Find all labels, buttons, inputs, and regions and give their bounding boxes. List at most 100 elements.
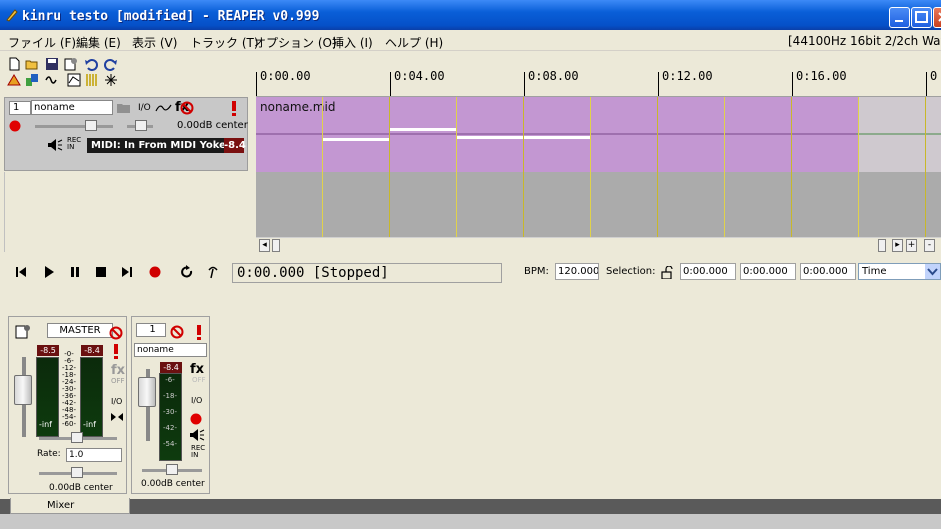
empty-track-area[interactable] (4, 172, 248, 252)
metronome-icon[interactable] (7, 73, 21, 87)
open-project-icon[interactable] (25, 57, 39, 71)
ruler-tick (524, 72, 525, 96)
scale-mark: -30- (163, 408, 177, 416)
channel-monitor-icon[interactable] (189, 428, 205, 442)
channel-mute-icon[interactable] (170, 325, 184, 339)
go-to-end-icon[interactable] (120, 265, 134, 279)
project-settings-icon[interactable] (64, 57, 78, 71)
selection-start-field[interactable]: 0:00.000 (680, 263, 736, 280)
snap-grid-icon[interactable] (85, 73, 99, 87)
rate-field[interactable]: 1.0 (66, 448, 122, 462)
record-arm-icon[interactable] (9, 120, 21, 132)
volume-slider[interactable] (35, 125, 113, 128)
master-io-button[interactable]: I/O (111, 397, 122, 406)
channel-name-field[interactable]: noname (134, 343, 207, 357)
monitor-speaker-icon[interactable] (47, 138, 63, 152)
scroll-left-button[interactable]: ◂ (259, 239, 270, 252)
envelope-icon[interactable] (67, 73, 81, 87)
pan-knob[interactable] (135, 120, 147, 131)
title-bar[interactable]: kinru testo [modified] - REAPER v0.999 (0, 0, 941, 30)
menu-options[interactable]: オプション (O) (254, 34, 337, 51)
master-fx-button[interactable]: fx (111, 363, 125, 378)
master-solo-icon[interactable] (113, 343, 119, 359)
channel-strip-1[interactable]: 1 noname -8.4 -6- -18- -30- -42- -54- fx… (131, 316, 210, 494)
maximize-icon (915, 11, 928, 23)
master-fader-knob[interactable] (14, 375, 32, 405)
selection-length-field[interactable]: 0:00.000 (800, 263, 856, 280)
channel-rec-in-label: REC IN (191, 444, 206, 459)
folder-icon[interactable] (117, 102, 130, 113)
menu-edit[interactable]: 編集 (E) (76, 34, 121, 51)
grid-line (590, 97, 591, 237)
menu-track[interactable]: トラック (T) (190, 34, 259, 51)
metronome-toggle-icon[interactable] (206, 265, 220, 279)
menu-help[interactable]: ヘルプ (H) (385, 34, 443, 51)
record-icon[interactable] (148, 265, 162, 279)
timeline-ruler[interactable]: 0:00.00 0:04.00 0:08.00 0:12.00 0:16.00 … (256, 55, 941, 97)
volume-knob[interactable] (85, 120, 97, 131)
channel-io-button[interactable]: I/O (191, 396, 202, 405)
minimize-button[interactable] (889, 7, 910, 28)
bpm-field[interactable]: 120.000 (555, 263, 599, 280)
scale-mark: -18- (163, 392, 177, 400)
midi-input-selector[interactable]: MIDI: In From MIDI Yoke (87, 138, 244, 153)
play-icon[interactable] (42, 265, 56, 279)
transport-bar: 0:00.000 [Stopped] BPM: 120.000 Selectio… (0, 257, 941, 289)
menu-insert[interactable]: 挿入 (I) (332, 34, 373, 51)
menu-view[interactable]: 表示 (V) (132, 34, 177, 51)
channel-pan-knob[interactable] (166, 464, 178, 475)
docker-tab-bar: Mixer (0, 498, 941, 514)
track-panel[interactable]: 1 noname I/O fx 0.00dB center REC IN MID… (4, 97, 248, 171)
mixer-tab[interactable]: Mixer (10, 498, 130, 514)
master-mute-icon[interactable] (109, 326, 123, 340)
track-peak-meter: -8.4 (224, 138, 246, 153)
close-button[interactable] (933, 7, 941, 28)
maximize-button[interactable] (911, 7, 932, 28)
pause-icon[interactable] (68, 265, 82, 279)
rate-knob[interactable] (71, 467, 83, 478)
channel-fader-knob[interactable] (138, 377, 156, 407)
zoom-in-button[interactable]: + (906, 239, 917, 252)
go-to-start-icon[interactable] (14, 265, 28, 279)
master-strip[interactable]: MASTER -8.5 -8.4 -0- -6- -12- -18- -24- … (8, 316, 127, 494)
redo-icon[interactable] (104, 57, 118, 71)
zoom-out-button[interactable]: - (924, 239, 935, 252)
midi-notes (256, 128, 941, 141)
transport-time-status: 0:00.000 [Stopped] (232, 263, 502, 283)
undo-icon[interactable] (84, 57, 98, 71)
menu-file[interactable]: ファイル (F) (8, 34, 76, 51)
selection-lock-icon[interactable] (661, 266, 673, 279)
channel-solo-icon[interactable] (196, 324, 202, 340)
ripple-editing-icon[interactable] (25, 73, 39, 87)
ruler-tick (792, 72, 793, 96)
dropdown-arrow[interactable] (925, 264, 940, 279)
grid-line (322, 97, 323, 237)
save-project-icon[interactable] (45, 57, 59, 71)
track-io-button[interactable]: I/O (138, 103, 151, 113)
selection-label: Selection: (606, 266, 656, 277)
time-mode-select[interactable]: Time (858, 263, 941, 280)
selection-end-field[interactable]: 0:00.000 (740, 263, 796, 280)
scroll-right-button[interactable]: ▸ (892, 239, 903, 252)
repeat-icon[interactable] (180, 265, 194, 279)
channel-record-arm-icon[interactable] (190, 413, 202, 425)
master-mono-icon[interactable] (110, 412, 124, 422)
channel-fx-button[interactable]: fx (190, 362, 204, 377)
scroll-right-end[interactable] (878, 239, 886, 252)
master-volume-readout: 0.00dB center (49, 483, 113, 493)
stop-icon[interactable] (94, 265, 108, 279)
auto-crossfade-icon[interactable] (44, 73, 58, 87)
ruler-tick (926, 72, 927, 96)
solo-icon[interactable] (230, 100, 238, 116)
horizontal-scrollbar[interactable]: ◂ ▸ + - (256, 237, 941, 253)
master-pan-knob[interactable] (71, 432, 83, 443)
lock-items-icon[interactable] (104, 73, 118, 87)
scroll-thumb[interactable] (272, 239, 280, 252)
envelope-curve-icon[interactable] (155, 103, 172, 113)
track-name-field[interactable]: noname (31, 100, 113, 115)
master-settings-icon[interactable] (15, 323, 31, 339)
new-project-icon[interactable] (7, 57, 21, 71)
channel-volume-readout: 0.00dB center (141, 479, 205, 489)
mute-icon[interactable] (180, 101, 194, 115)
time-mode-value: Time (862, 266, 887, 277)
